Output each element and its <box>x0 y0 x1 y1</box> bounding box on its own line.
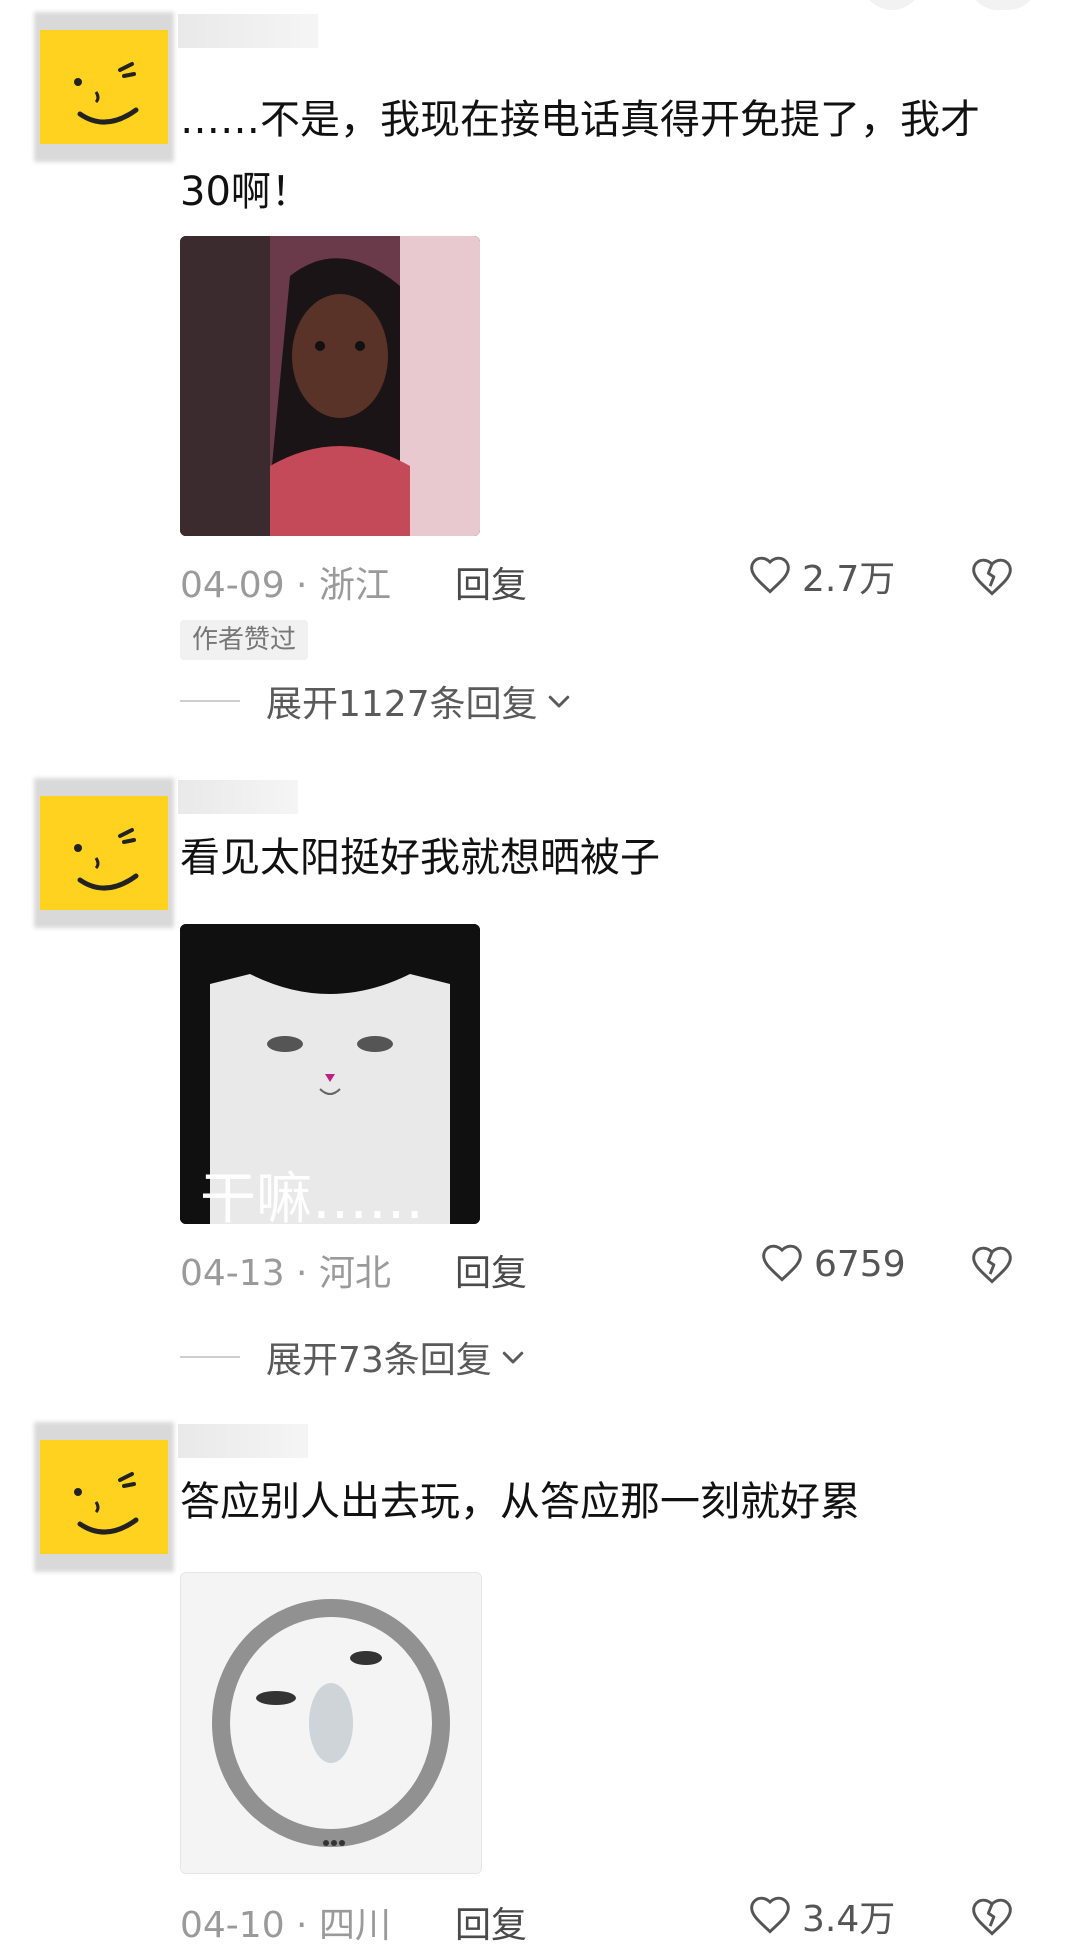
like-count: 2.7万 <box>802 559 896 600</box>
avatar[interactable] <box>34 12 174 162</box>
top-partial-control-left <box>862 0 922 10</box>
comment-meta: 04-09 · 浙江 回复 2.7万 <box>180 548 1040 606</box>
broken-heart-icon[interactable] <box>970 556 1014 600</box>
like-button[interactable]: 2.7万 <box>748 548 895 604</box>
expand-replies-button[interactable]: 展开73条回复 <box>180 1332 528 1382</box>
comment-meta: 04-13 · 河北 回复 6759 <box>180 1236 1040 1294</box>
date-location: 04-10 · 四川 <box>180 1905 391 1946</box>
username-blurred[interactable] <box>178 1424 308 1458</box>
author-liked-badge: 作者赞过 <box>180 620 309 660</box>
comment-image-meme[interactable] <box>180 1572 482 1874</box>
smiley-wink-icon <box>40 30 168 144</box>
comment-meta: 04-10 · 四川 回复 3.4万 <box>180 1888 1040 1946</box>
meme-portrait-image <box>180 236 480 536</box>
like-button[interactable]: 3.4万 <box>748 1888 895 1944</box>
expand-replies-button[interactable]: 展开1127条回复 <box>180 676 574 726</box>
heart-outline-icon <box>750 1896 790 1934</box>
comment-image-meme[interactable]: 干嘛…… <box>180 924 480 1224</box>
comment-text: 答应别人出去玩，从答应那一刻就好累 <box>180 1479 860 1525</box>
smiley-wink-icon <box>40 796 168 910</box>
date-location: 04-09 · 浙江 <box>180 565 391 606</box>
chevron-down-icon <box>548 695 569 708</box>
like-count: 3.4万 <box>802 1899 896 1940</box>
username-blurred[interactable] <box>178 780 298 814</box>
smiley-wink-icon <box>40 1440 168 1554</box>
heart-outline-icon <box>762 1244 802 1282</box>
avatar[interactable] <box>34 778 174 928</box>
date-location: 04-13 · 河北 <box>180 1253 391 1294</box>
avatar[interactable] <box>34 1422 174 1572</box>
comment-image-meme[interactable] <box>180 236 480 536</box>
broken-heart-icon[interactable] <box>970 1896 1014 1940</box>
reply-button[interactable]: 回复 <box>455 1896 527 1948</box>
reply-button[interactable]: 回复 <box>455 556 527 608</box>
like-button[interactable]: 6759 <box>760 1236 906 1292</box>
heart-outline-icon <box>750 556 790 594</box>
divider-line <box>180 700 240 702</box>
expand-replies-label: 展开73条回复 <box>266 1340 492 1381</box>
reply-button[interactable]: 回复 <box>455 1244 527 1296</box>
divider-line <box>180 1356 240 1358</box>
meme-face-sketch-image <box>181 1573 481 1873</box>
comment-text: ……不是，我现在接电话真得开免提了，我才30啊！ <box>180 97 980 215</box>
comment-text: 看见太阳挺好我就想晒被子 <box>180 835 660 881</box>
like-count: 6759 <box>814 1243 906 1285</box>
broken-heart-icon[interactable] <box>970 1244 1014 1288</box>
expand-replies-label: 展开1127条回复 <box>266 684 538 725</box>
top-partial-control-right <box>968 0 1038 10</box>
meme-caption: 干嘛…… <box>200 1167 424 1224</box>
chevron-down-icon <box>502 1351 524 1364</box>
username-blurred[interactable] <box>178 14 318 48</box>
